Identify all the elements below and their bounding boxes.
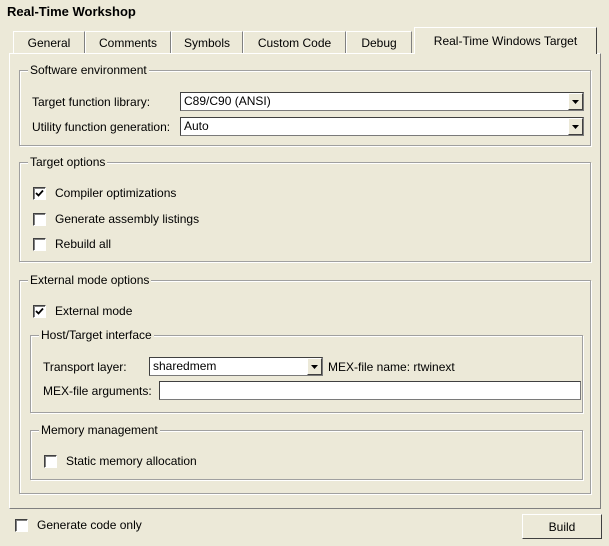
tab-real-time-windows-target[interactable]: Real-Time Windows Target — [414, 27, 597, 54]
chevron-down-icon[interactable] — [568, 118, 583, 135]
mex-file-arguments-label: MEX-file arguments: — [43, 384, 152, 398]
tab-panel: Software environment Target function lib… — [9, 53, 601, 509]
external-mode-checkbox[interactable] — [33, 305, 46, 318]
tab-symbols[interactable]: Symbols — [171, 31, 243, 53]
mex-file-arguments-input[interactable] — [159, 381, 581, 400]
static-memory-allocation-label: Static memory allocation — [66, 454, 197, 468]
chevron-down-icon[interactable] — [307, 358, 322, 375]
group-legend: Software environment — [28, 63, 149, 77]
utility-function-generation-label: Utility function generation: — [32, 120, 171, 134]
utility-function-generation-select[interactable]: Auto — [180, 117, 584, 136]
group-legend: Host/Target interface — [39, 328, 154, 342]
target-function-library-select[interactable]: C89/C90 (ANSI) — [180, 92, 584, 111]
host-target-interface-group: Host/Target interface Transport layer: s… — [30, 328, 583, 413]
compiler-optimizations-checkbox[interactable] — [33, 187, 46, 200]
tab-comments[interactable]: Comments — [85, 31, 171, 53]
mex-file-name-label: MEX-file name: rtwinext — [328, 360, 455, 374]
group-legend: Target options — [28, 155, 108, 169]
software-environment-group: Software environment Target function lib… — [19, 63, 591, 146]
tab-label: Comments — [98, 35, 157, 50]
select-value: C89/C90 (ANSI) — [184, 94, 271, 108]
external-mode-options-group: External mode options External mode Host… — [19, 273, 591, 494]
page-title: Real-Time Workshop — [7, 4, 136, 19]
transport-layer-select[interactable]: sharedmem — [149, 357, 323, 376]
generate-assembly-listings-label: Generate assembly listings — [55, 212, 200, 226]
tab-label: Symbols — [183, 35, 230, 50]
generate-code-only-checkbox[interactable] — [15, 519, 28, 532]
compiler-optimizations-label: Compiler optimizations — [55, 186, 177, 200]
target-options-group: Target options Compiler optimizations Ge… — [19, 155, 591, 262]
rebuild-all-checkbox[interactable] — [33, 238, 46, 251]
tab-label: Debug — [361, 35, 397, 50]
select-value: Auto — [184, 119, 209, 133]
group-legend: Memory management — [39, 423, 160, 437]
external-mode-label: External mode — [55, 304, 133, 318]
memory-management-group: Memory management Static memory allocati… — [30, 423, 583, 480]
generate-assembly-listings-checkbox[interactable] — [33, 213, 46, 226]
tab-label: Real-Time Windows Target — [433, 34, 578, 48]
checkmark-icon — [35, 307, 44, 315]
static-memory-allocation-checkbox[interactable] — [44, 455, 57, 468]
chevron-down-icon[interactable] — [568, 93, 583, 110]
checkmark-icon — [35, 189, 44, 197]
tab-custom-code[interactable]: Custom Code — [243, 31, 346, 53]
select-value: sharedmem — [153, 359, 217, 373]
target-function-library-label: Target function library: — [32, 95, 151, 109]
build-button[interactable]: Build — [522, 514, 602, 539]
transport-layer-label: Transport layer: — [43, 360, 127, 374]
generate-code-only-label: Generate code only — [37, 518, 142, 532]
group-legend: External mode options — [28, 273, 152, 287]
tab-label: General — [27, 35, 71, 50]
tab-debug[interactable]: Debug — [346, 31, 412, 53]
tab-general[interactable]: General — [13, 31, 85, 53]
rebuild-all-label: Rebuild all — [55, 237, 112, 251]
tab-label: Custom Code — [257, 35, 332, 50]
